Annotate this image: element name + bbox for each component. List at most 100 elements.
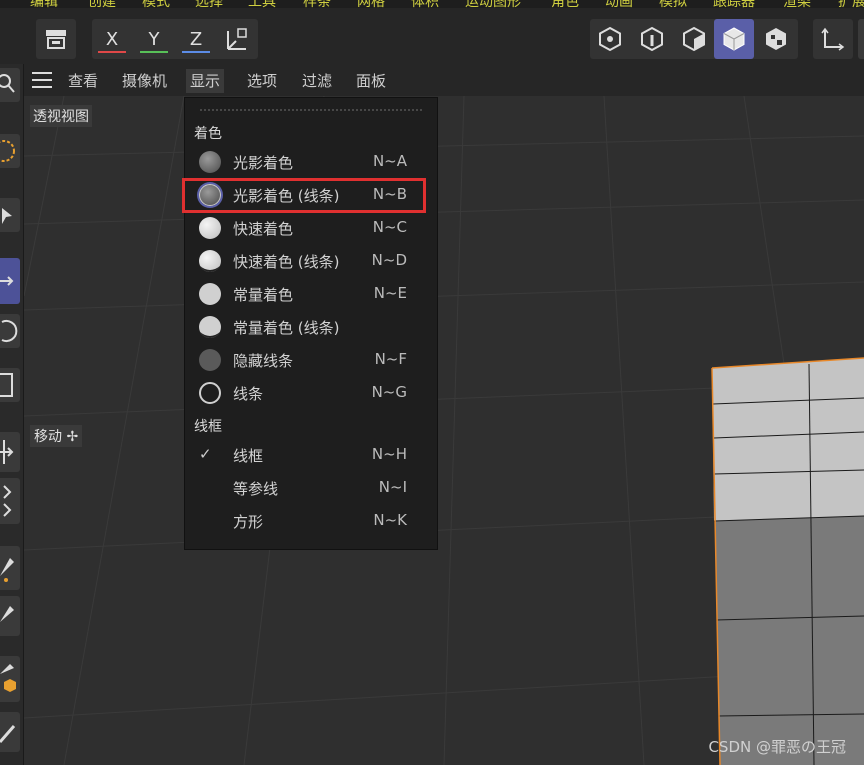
knife-tool-button[interactable] <box>0 712 20 752</box>
menu-item-isoparms[interactable]: 等参线 N~I <box>185 471 437 504</box>
viewport-menu-view[interactable]: 查看 <box>64 69 102 93</box>
viewport-menu-display[interactable]: 显示 <box>186 69 225 93</box>
toolbar-group-axes: X Y Z <box>92 19 258 59</box>
menu-tools[interactable]: 工具 <box>248 0 276 8</box>
points-mode-icon <box>599 26 621 52</box>
cube-object[interactable] <box>711 357 864 765</box>
menu-volume[interactable]: 体积 <box>411 0 439 8</box>
menu-item-label: 常量着色 (线条) <box>233 319 340 337</box>
menu-item-gouraud-shading[interactable]: 光影着色 N~A <box>185 145 437 178</box>
coordinate-system-icon <box>227 28 247 50</box>
menu-extensions[interactable]: 扩展 <box>838 0 864 8</box>
magnifier-icon <box>0 74 15 93</box>
menu-item-hidden-line[interactable]: 隐藏线条 N~F <box>185 343 437 376</box>
live-selection-button[interactable] <box>0 134 20 168</box>
quick-shading-icon <box>199 217 221 239</box>
menu-simulate[interactable]: 模拟 <box>659 0 687 8</box>
highlight-annotation-box <box>182 178 426 213</box>
y-axis-lock-button[interactable]: Y <box>134 19 174 59</box>
sketch-tool-button[interactable] <box>0 596 20 636</box>
view-name-label: 透视视图 <box>30 105 92 127</box>
y-axis-label: Y <box>148 28 160 50</box>
spline-pen-button[interactable] <box>0 546 20 590</box>
menu-item-constant-shading[interactable]: 常量着色 N~E <box>185 277 437 310</box>
rotate-icon <box>1 320 18 342</box>
transform-icon <box>0 440 14 464</box>
toolbar-group-modes <box>590 19 798 59</box>
y-axis-underline <box>140 51 168 53</box>
menu-item-shortcut: N~K <box>373 511 407 529</box>
viewport-menu-options[interactable]: 选项 <box>243 69 281 93</box>
x-axis-lock-button[interactable]: X <box>92 19 132 59</box>
object-tool-button[interactable] <box>0 656 20 702</box>
viewport-menu-filter[interactable]: 过滤 <box>298 69 336 93</box>
menu-mesh[interactable]: 网格 <box>357 0 385 8</box>
menu-item-shortcut: N~E <box>373 284 407 302</box>
snap-tool-button[interactable] <box>0 478 20 524</box>
menu-item-shortcut: N~H <box>371 445 407 463</box>
menu-edit[interactable]: 编辑 <box>30 0 58 8</box>
display-dropdown-menu: 着色 光影着色 N~A 光影着色 (线条) N~B 快速着色 N~C 快速着色 … <box>184 97 438 550</box>
snap-icon <box>3 485 12 517</box>
section-shading-header: 着色 <box>194 126 222 142</box>
menu-tearoff-handle[interactable] <box>199 108 423 112</box>
menu-render[interactable]: 渲染 <box>783 0 811 8</box>
lines-icon <box>199 382 221 404</box>
menu-item-quick-shading[interactable]: 快速着色 N~C <box>185 211 437 244</box>
menu-create[interactable]: 创建 <box>88 0 116 8</box>
axis-mode-button[interactable] <box>813 19 853 59</box>
coordinate-system-button[interactable] <box>218 19 258 59</box>
z-axis-lock-button[interactable]: Z <box>176 19 216 59</box>
menu-spline[interactable]: 样条 <box>303 0 331 8</box>
display-mode-button[interactable] <box>36 19 76 59</box>
viewport-grid <box>24 96 864 765</box>
constant-shading-icon <box>199 283 221 305</box>
menu-item-shortcut: N~D <box>371 251 407 269</box>
points-mode-button[interactable] <box>590 19 630 59</box>
gouraud-shading-icon <box>199 151 221 173</box>
toolbar-group-clipped <box>858 19 864 59</box>
x-axis-underline <box>98 51 126 53</box>
hamburger-menu-icon[interactable] <box>32 72 52 88</box>
polygons-mode-button[interactable] <box>674 19 714 59</box>
perspective-viewport[interactable]: 查看 摄像机 显示 选项 过滤 面板 透视视图 移动 ✢ <box>24 64 864 765</box>
menu-item-lines[interactable]: 线条 N~G <box>185 376 437 409</box>
menu-item-box[interactable]: 方形 N~K <box>185 504 437 537</box>
menu-character[interactable]: 角色 <box>551 0 579 8</box>
scale-tool-button[interactable] <box>0 368 20 402</box>
main-menubar: 编辑 创建 模式 选择 工具 样条 网格 体积 运动图形 角色 动画 模拟 跟踪… <box>0 0 864 8</box>
menu-select[interactable]: 选择 <box>195 0 223 8</box>
menu-item-constant-lines-shading[interactable]: 常量着色 (线条) <box>185 310 437 343</box>
viewport-menu-cameras[interactable]: 摄像机 <box>118 69 171 93</box>
menu-item-quick-lines-shading[interactable]: 快速着色 (线条) N~D <box>185 244 437 277</box>
menu-mode[interactable]: 模式 <box>142 0 170 8</box>
transform-tool-button[interactable] <box>0 432 20 472</box>
menu-item-label: 快速着色 <box>233 220 294 238</box>
menu-item-shortcut: N~A <box>372 152 407 170</box>
move-tool-button[interactable] <box>0 258 20 304</box>
zoom-tool-button[interactable] <box>0 68 20 102</box>
texture-mode-icon <box>766 28 786 50</box>
menu-animate[interactable]: 动画 <box>605 0 633 8</box>
move-tool-tip: 移动 ✢ <box>30 425 83 447</box>
toolbar-group-axis <box>813 19 853 59</box>
quick-lines-shading-icon <box>199 250 221 272</box>
arrow-cursor-icon <box>2 208 12 224</box>
rotate-tool-button[interactable] <box>0 314 20 348</box>
model-mode-button[interactable] <box>714 19 754 59</box>
menu-mograph[interactable]: 运动图形 <box>465 0 521 8</box>
menu-item-shortcut: N~C <box>372 218 407 236</box>
edges-mode-icon <box>641 26 663 52</box>
cube-edit-icon <box>0 664 16 692</box>
polygons-mode-icon <box>683 26 705 52</box>
texture-mode-button[interactable] <box>756 19 796 59</box>
knife-icon <box>0 725 16 743</box>
menu-tracker[interactable]: 跟踪器 <box>713 0 755 8</box>
z-axis-label: Z <box>189 28 203 50</box>
select-arrow-button[interactable] <box>0 198 20 232</box>
edges-mode-button[interactable] <box>632 19 672 59</box>
viewport-menu-panel[interactable]: 面板 <box>352 69 390 93</box>
left-tool-column <box>0 64 24 765</box>
menu-item-label: 线条 <box>233 385 264 403</box>
menu-item-wireframe[interactable]: ✓ 线框 N~H <box>185 438 437 471</box>
